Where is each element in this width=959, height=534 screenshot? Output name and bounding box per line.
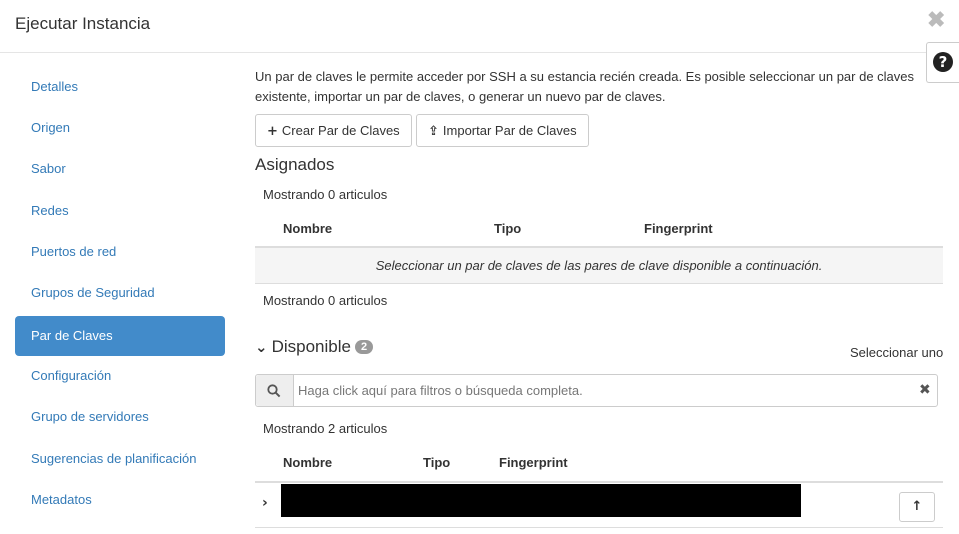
nav-item-grupos-de-seguridad[interactable]: Grupos de Seguridad <box>15 273 225 313</box>
create-keypair-label: Crear Par de Claves <box>281 123 400 138</box>
chevron-right-icon[interactable]: › <box>262 495 268 511</box>
select-one-hint: Seleccionar uno <box>850 345 944 360</box>
assigned-col-fingerprint[interactable]: Fingerprint <box>644 221 713 236</box>
assigned-heading: Asignados <box>255 155 335 174</box>
nav-item-origen[interactable]: Origen <box>15 108 225 148</box>
import-keypair-button[interactable]: ⇪ Importar Par de Claves <box>416 114 589 147</box>
available-header-divider <box>255 481 943 483</box>
modal-title: Ejecutar Instancia <box>15 14 151 33</box>
search-addon <box>256 375 294 406</box>
chevron-down-icon: ⌄ <box>255 338 268 356</box>
nav-item-metadatos[interactable]: Metadatos <box>15 480 225 520</box>
nav-item-sugerencias-de-planificacion[interactable]: Sugerencias de planificación <box>15 439 225 479</box>
import-keypair-label: Importar Par de Claves <box>442 123 577 138</box>
search-input[interactable] <box>298 375 908 406</box>
available-count-badge: 2 <box>354 340 374 354</box>
redacted-keypair-row <box>281 484 801 517</box>
nav-item-redes[interactable]: Redes <box>15 191 225 231</box>
available-row-divider <box>255 527 943 528</box>
available-col-fingerprint[interactable]: Fingerprint <box>499 455 568 470</box>
available-col-nombre[interactable]: Nombre <box>283 455 332 470</box>
assigned-col-nombre[interactable]: Nombre <box>283 221 332 236</box>
nav-item-par-de-claves[interactable]: Par de Claves <box>15 316 225 356</box>
clear-search-icon[interactable]: ✖ <box>919 382 931 398</box>
close-icon[interactable]: ✖ <box>927 8 945 32</box>
plus-icon: + <box>267 124 278 139</box>
create-keypair-button[interactable]: + Crear Par de Claves <box>255 114 412 147</box>
available-count: Mostrando 2 articulos <box>263 421 388 436</box>
modal-header: Ejecutar Instancia ✖ <box>0 0 959 53</box>
nav-item-sabor[interactable]: Sabor <box>15 149 225 189</box>
assigned-count-top: Mostrando 0 articulos <box>263 187 388 202</box>
arrow-up-icon: ↑ <box>911 499 923 514</box>
search-icon <box>267 384 281 398</box>
nav-item-puertos-de-red[interactable]: Puertos de red <box>15 232 225 272</box>
available-heading: Disponible <box>271 337 351 356</box>
nav-item-detalles[interactable]: Detalles <box>15 67 225 107</box>
assigned-col-tipo[interactable]: Tipo <box>494 221 521 236</box>
available-col-tipo[interactable]: Tipo <box>423 455 450 470</box>
upload-icon: ⇪ <box>428 124 439 139</box>
help-icon: ? <box>933 52 953 72</box>
assigned-empty-row: Seleccionar un par de claves de las pare… <box>255 248 943 284</box>
keypair-intro: Un par de claves le permite acceder por … <box>255 69 915 104</box>
assigned-count-bottom: Mostrando 0 articulos <box>263 293 388 308</box>
nav-item-configuracion[interactable]: Configuración <box>15 356 225 396</box>
search-bar: ✖ <box>255 374 938 407</box>
nav-item-grupo-de-servidores[interactable]: Grupo de servidores <box>15 397 225 437</box>
allocate-keypair-button[interactable]: ↑ <box>899 492 935 522</box>
available-toggle[interactable]: ⌄ Disponible 2 <box>255 337 374 357</box>
